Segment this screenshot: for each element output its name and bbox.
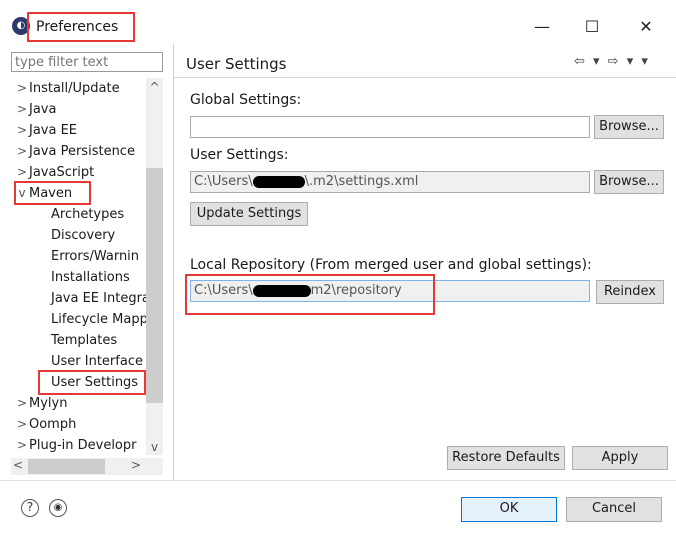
update-settings-button[interactable]: Update Settings <box>190 202 308 226</box>
import-export-icon[interactable]: ◉ <box>49 499 67 517</box>
chevron-right-icon[interactable]: > <box>15 414 29 435</box>
tree-item-java-persistence[interactable]: > Java Persistence <box>15 141 135 162</box>
tree-item-archetypes[interactable]: Archetypes <box>51 204 124 225</box>
tree-item-errors-warnings[interactable]: Errors/Warnin <box>51 246 139 267</box>
header-divider <box>174 77 676 78</box>
maven-highlight-box <box>14 181 91 205</box>
tree-horizontal-scroll-thumb[interactable] <box>28 459 105 474</box>
window-title: Preferences <box>36 19 119 35</box>
ok-button[interactable]: OK <box>461 497 557 522</box>
minimize-button[interactable]: — <box>522 12 562 42</box>
global-browse-button[interactable]: Browse... <box>594 115 664 139</box>
chevron-right-icon[interactable]: > <box>15 435 29 455</box>
reindex-button[interactable]: Reindex <box>596 280 664 304</box>
local-repository-highlight-box <box>185 274 435 315</box>
tree-item-lifecycle-mappings[interactable]: Lifecycle Mapp <box>51 309 146 330</box>
tree-item-plugin-development[interactable]: > Plug-in Developr <box>15 435 137 455</box>
footer-divider <box>0 480 676 481</box>
apply-button[interactable]: Apply <box>572 446 668 470</box>
tree-item-java-ee-integration[interactable]: Java EE Integra <box>51 288 146 309</box>
scroll-down-icon[interactable]: v <box>146 440 163 454</box>
redacted-username <box>252 175 305 188</box>
tree-item-java[interactable]: > Java <box>15 99 57 120</box>
tree-item-javascript[interactable]: > JavaScript <box>15 162 94 183</box>
user-settings-label: User Settings: <box>190 147 289 163</box>
close-button[interactable]: ✕ <box>626 12 666 42</box>
maximize-button[interactable]: ☐ <box>572 12 612 42</box>
scroll-up-icon[interactable]: ^ <box>146 80 163 94</box>
chevron-right-icon[interactable]: > <box>15 393 29 414</box>
chevron-right-icon[interactable]: > <box>15 99 29 120</box>
history-nav-icons[interactable]: ⇦ ▾ ⇨ ▾ ▾ <box>574 54 650 69</box>
help-icon[interactable]: ? <box>21 499 39 517</box>
local-repository-label: Local Repository (From merged user and g… <box>190 257 592 273</box>
pane-divider[interactable] <box>173 44 174 480</box>
chevron-right-icon[interactable]: > <box>15 78 29 99</box>
tree-item-mylyn[interactable]: > Mylyn <box>15 393 68 414</box>
restore-defaults-button[interactable]: Restore Defaults <box>447 446 565 470</box>
global-settings-label: Global Settings: <box>190 92 302 108</box>
page-title: User Settings <box>186 55 287 73</box>
tree-item-user-interface[interactable]: User Interface <box>51 351 143 372</box>
tree-item-install-update[interactable]: > Install/Update <box>15 78 120 99</box>
tree-item-templates[interactable]: Templates <box>51 330 117 351</box>
tree-item-installations[interactable]: Installations <box>51 267 130 288</box>
user-settings-highlight-box <box>38 370 146 395</box>
chevron-right-icon[interactable]: > <box>15 162 29 183</box>
scroll-left-icon[interactable]: < <box>13 458 23 472</box>
tree-item-oomph[interactable]: > Oomph <box>15 414 76 435</box>
user-browse-button[interactable]: Browse... <box>594 170 664 194</box>
chevron-right-icon[interactable]: > <box>15 120 29 141</box>
user-settings-field[interactable]: C:\Users\ \.m2\settings.xml <box>190 171 590 193</box>
tree-item-discovery[interactable]: Discovery <box>51 225 115 246</box>
tree-vertical-scroll-thumb[interactable] <box>146 168 163 403</box>
filter-input[interactable] <box>11 52 163 72</box>
cancel-button[interactable]: Cancel <box>566 497 662 522</box>
global-settings-field[interactable] <box>190 116 590 138</box>
preference-tree: > Install/Update > Java > Java EE > Java Per… <box>11 78 146 455</box>
chevron-right-icon[interactable]: > <box>15 141 29 162</box>
scroll-right-icon[interactable]: > <box>131 458 141 472</box>
tree-item-java-ee[interactable]: > Java EE <box>15 120 77 141</box>
